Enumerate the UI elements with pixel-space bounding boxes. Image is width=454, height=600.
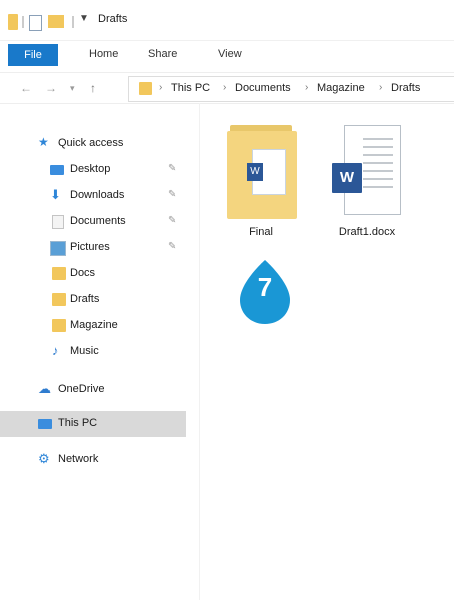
pin-icon[interactable]: ✎ bbox=[168, 163, 176, 174]
folder-icon bbox=[52, 293, 66, 306]
file-name: Draft1.docx bbox=[338, 226, 396, 238]
music-icon: ♪ bbox=[52, 343, 59, 358]
properties-icon[interactable] bbox=[29, 15, 42, 31]
back-arrow-icon[interactable]: ← bbox=[20, 81, 32, 95]
navigation-pane: ★ Quick access Desktop ✎ ⬇ Downloads ✎ D… bbox=[0, 103, 200, 600]
sidebar-item-label: This PC bbox=[58, 417, 98, 429]
new-folder-icon[interactable] bbox=[48, 15, 64, 28]
toolbar-separator bbox=[22, 16, 24, 28]
file-item-final[interactable]: W Final bbox=[222, 123, 300, 239]
customize-quick-access-icon[interactable]: ▼ bbox=[79, 13, 89, 29]
breadcrumb-separator[interactable]: › bbox=[223, 82, 226, 93]
tab-home[interactable]: Home bbox=[89, 48, 118, 60]
word-icon: W bbox=[332, 163, 362, 193]
title-bar: ▼ Drafts bbox=[0, 0, 454, 41]
sidebar-item-this-pc[interactable]: This PC bbox=[0, 411, 186, 437]
pin-icon[interactable]: ✎ bbox=[168, 215, 176, 226]
download-icon: ⬇ bbox=[50, 187, 61, 202]
step-callout: 7 bbox=[234, 258, 296, 326]
sidebar-item-label: Desktop bbox=[70, 163, 111, 175]
window-title: Drafts bbox=[98, 13, 128, 25]
ribbon-tabs: File Home Share View bbox=[0, 44, 454, 66]
breadcrumb-separator[interactable]: › bbox=[159, 82, 162, 93]
sidebar-item-label: Docs bbox=[70, 267, 96, 279]
tab-file[interactable]: File bbox=[8, 44, 58, 66]
sidebar-item-downloads[interactable]: ⬇ Downloads ✎ bbox=[0, 183, 186, 209]
sidebar-item-label: Quick access bbox=[58, 137, 124, 149]
folder-icon[interactable] bbox=[8, 14, 18, 30]
sidebar-item-docs[interactable]: Docs bbox=[0, 261, 186, 287]
sidebar-item-label: Magazine bbox=[70, 319, 118, 331]
sidebar-item-label: Documents bbox=[70, 215, 126, 227]
folder-icon bbox=[139, 82, 152, 95]
recent-locations-icon[interactable]: ▾ bbox=[70, 83, 75, 94]
tab-share[interactable]: Share bbox=[148, 48, 177, 60]
word-icon: W bbox=[247, 163, 263, 181]
step-number: 7 bbox=[257, 272, 273, 302]
up-arrow-icon[interactable]: ↑ bbox=[90, 81, 96, 95]
folder-icon bbox=[52, 319, 66, 332]
pictures-icon bbox=[50, 241, 66, 256]
file-item-draft1[interactable]: W Draft1.docx bbox=[326, 123, 408, 239]
sidebar-item-quick-access[interactable]: ★ Quick access bbox=[0, 131, 186, 157]
sidebar-item-label: Network bbox=[58, 453, 99, 465]
sidebar-item-magazine[interactable]: Magazine bbox=[0, 313, 186, 339]
address-input[interactable]: › This PC › Documents › Magazine › Draft… bbox=[128, 76, 454, 102]
tab-view[interactable]: View bbox=[218, 48, 242, 60]
sidebar-item-label: Drafts bbox=[70, 293, 100, 305]
folder-icon: W bbox=[227, 131, 297, 219]
sidebar-item-label: OneDrive bbox=[58, 383, 105, 395]
sidebar-item-onedrive[interactable]: ☁ OneDrive bbox=[0, 377, 186, 403]
sidebar-item-drafts[interactable]: Drafts bbox=[0, 287, 186, 313]
file-name: Final bbox=[249, 226, 273, 238]
star-icon: ★ bbox=[38, 135, 49, 149]
sidebar-item-documents[interactable]: Documents ✎ bbox=[0, 209, 186, 235]
breadcrumb-separator[interactable]: › bbox=[305, 82, 308, 93]
desktop-icon bbox=[50, 165, 64, 175]
breadcrumb-separator[interactable]: › bbox=[379, 82, 382, 93]
address-bar: ← → ▾ ↑ › This PC › Documents › Magazine… bbox=[0, 72, 454, 104]
pin-icon[interactable]: ✎ bbox=[168, 241, 176, 252]
breadcrumb-documents[interactable]: Documents bbox=[235, 82, 291, 94]
pc-icon bbox=[38, 419, 52, 429]
folder-icon bbox=[52, 267, 66, 280]
network-icon: ⚙ bbox=[38, 451, 50, 466]
sidebar-item-network[interactable]: ⚙ Network bbox=[0, 447, 186, 473]
sidebar-item-desktop[interactable]: Desktop ✎ bbox=[0, 157, 186, 183]
sidebar-item-label: Pictures bbox=[70, 241, 110, 253]
forward-arrow-icon[interactable]: → bbox=[45, 81, 57, 95]
document-preview-icon: W bbox=[247, 149, 286, 195]
sidebar-item-music[interactable]: ♪ Music bbox=[0, 339, 186, 365]
sidebar-item-pictures[interactable]: Pictures ✎ bbox=[0, 235, 186, 261]
sidebar-item-label: Music bbox=[70, 345, 99, 357]
breadcrumb-this-pc[interactable]: This PC bbox=[171, 82, 210, 94]
pin-icon[interactable]: ✎ bbox=[168, 189, 176, 200]
breadcrumb-drafts[interactable]: Drafts bbox=[391, 82, 420, 94]
breadcrumb-magazine[interactable]: Magazine bbox=[317, 82, 365, 94]
sidebar-item-label: Downloads bbox=[70, 189, 125, 201]
cloud-icon: ☁ bbox=[38, 381, 51, 396]
toolbar-separator bbox=[72, 16, 74, 28]
file-list: W Final W Draft1.docx bbox=[200, 103, 454, 600]
documents-icon bbox=[52, 215, 64, 229]
